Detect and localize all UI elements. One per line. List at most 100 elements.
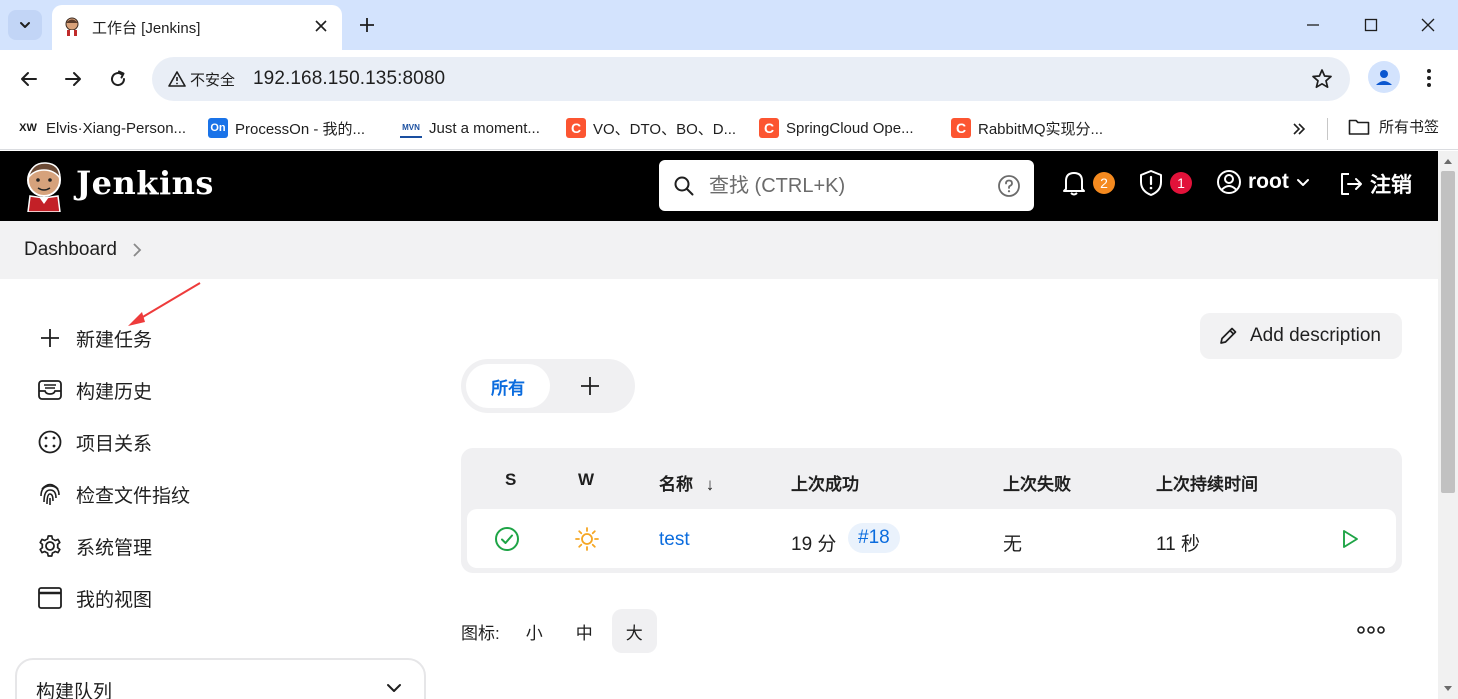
- jenkins-logo-icon[interactable]: [22, 160, 66, 212]
- bookmark-item[interactable]: XW Elvis·Xiang-Person...: [17, 116, 186, 140]
- icon-size-small[interactable]: 小: [512, 609, 557, 653]
- sidebar-item-project-relationship[interactable]: 项目关系: [36, 427, 152, 457]
- scroll-down-icon[interactable]: [1443, 685, 1453, 693]
- jenkins-brand-title[interactable]: Jenkins: [76, 164, 214, 202]
- logout-button[interactable]: 注销: [1338, 169, 1412, 199]
- close-window-button[interactable]: [1405, 10, 1451, 40]
- minimize-icon: [1307, 24, 1319, 26]
- bookmark-star-icon[interactable]: [1310, 67, 1334, 91]
- bookmark-item[interactable]: On ProcessOn - 我的...: [208, 116, 365, 140]
- plus-icon: [36, 325, 63, 352]
- kebab-menu-icon: [1427, 69, 1431, 87]
- add-view-icon[interactable]: [578, 374, 602, 398]
- double-chevron-right-icon: [1293, 123, 1306, 135]
- column-header-weather[interactable]: W: [578, 470, 594, 490]
- search-input[interactable]: [709, 171, 979, 201]
- notifications-button[interactable]: 2: [1061, 169, 1115, 197]
- user-circle-icon: [1217, 170, 1241, 194]
- build-queue-panel[interactable]: 构建队列: [15, 658, 426, 699]
- plus-icon: [360, 18, 374, 32]
- chevron-right-icon[interactable]: [130, 242, 144, 258]
- close-tab-icon[interactable]: [310, 15, 332, 37]
- view-tabs: 所有: [461, 359, 635, 413]
- more-options-icon[interactable]: [1356, 621, 1386, 639]
- page-scrollbar[interactable]: [1438, 151, 1458, 699]
- sort-down-icon: ↓: [705, 475, 715, 494]
- breadcrumb-dashboard[interactable]: Dashboard: [24, 239, 117, 261]
- play-icon[interactable]: [1339, 528, 1361, 550]
- person-icon: [1376, 70, 1392, 85]
- bookmarks-bar: XW Elvis·Xiang-Person... On ProcessOn - …: [0, 106, 1458, 150]
- column-header-name[interactable]: 名称 ↓: [659, 470, 714, 495]
- all-bookmarks-label: 所有书签: [1379, 119, 1440, 136]
- column-header-last-failure[interactable]: 上次失败: [1003, 470, 1071, 495]
- bookmark-item[interactable]: MVN Just a moment...: [400, 116, 540, 140]
- last-failure: 无: [1003, 534, 1023, 555]
- success-status-icon: [495, 527, 519, 551]
- jenkins-page: Jenkins 2 1 root 注销 Dashboard 新建任: [0, 151, 1438, 699]
- mvn-favicon-icon: MVN: [400, 118, 422, 138]
- security-badge: 1: [1170, 172, 1192, 194]
- tab-all[interactable]: 所有: [466, 364, 550, 408]
- back-button[interactable]: [14, 64, 44, 94]
- sunny-weather-icon: [575, 527, 599, 551]
- sidebar-item-fingerprint[interactable]: 检查文件指纹: [36, 479, 190, 509]
- column-header-last-success[interactable]: 上次成功: [791, 470, 859, 495]
- job-name-link[interactable]: test: [659, 529, 690, 551]
- url-text: 192.168.150.135:8080: [253, 68, 446, 89]
- bookmark-item[interactable]: C VO、DTO、BO、D...: [566, 116, 736, 140]
- arrow-left-icon: [21, 72, 37, 86]
- sidebar-item-new-job[interactable]: 新建任务: [36, 323, 152, 353]
- sidebar-item-manage-jenkins[interactable]: 系统管理: [36, 531, 152, 561]
- all-bookmarks-button[interactable]: 所有书签: [1348, 116, 1439, 137]
- annotation-arrow-icon: [128, 282, 201, 326]
- chevron-down-icon[interactable]: [384, 678, 404, 698]
- browser-menu-button[interactable]: [1416, 64, 1442, 92]
- warning-icon: [168, 71, 186, 87]
- forward-button[interactable]: [58, 64, 88, 94]
- bookmark-label: SpringCloud Ope...: [786, 119, 914, 137]
- tab-search-button[interactable]: [8, 10, 42, 40]
- fingerprint-icon: [36, 481, 63, 508]
- last-duration: 11 秒: [1156, 534, 1201, 555]
- folder-icon: [1348, 119, 1370, 135]
- site-security-chip[interactable]: 不安全: [160, 64, 245, 94]
- reload-button[interactable]: [103, 64, 133, 94]
- username: root: [1248, 170, 1289, 193]
- security-label: 不安全: [190, 71, 236, 89]
- add-description-label: Add description: [1250, 325, 1381, 346]
- jenkins-favicon-icon: [65, 17, 79, 36]
- scroll-up-icon[interactable]: [1443, 157, 1453, 165]
- bookmark-item[interactable]: C RabbitMQ实现分...: [951, 116, 1103, 140]
- minimize-button[interactable]: [1290, 10, 1336, 40]
- bookmark-label: Elvis·Xiang-Person...: [46, 119, 187, 137]
- icon-size-medium[interactable]: 中: [562, 609, 607, 653]
- sidebar-item-my-views[interactable]: 我的视图: [36, 583, 152, 613]
- reload-icon: [111, 70, 126, 87]
- browser-tab-strip: 工作台 [Jenkins]: [0, 0, 1458, 50]
- last-success-build-link[interactable]: #18: [848, 523, 900, 553]
- bookmark-item[interactable]: C SpringCloud Ope...: [759, 116, 914, 140]
- column-header-last-duration[interactable]: 上次持续时间: [1156, 470, 1258, 495]
- build-queue-title: 构建队列: [36, 682, 113, 699]
- jobs-table: S W 名称 ↓ 上次成功 上次失败 上次持续时间 test 19 分 #18 …: [461, 448, 1402, 573]
- column-header-status[interactable]: S: [505, 470, 516, 490]
- sidebar-item-build-history[interactable]: 构建历史: [36, 375, 152, 405]
- bookmarks-overflow-button[interactable]: [1286, 118, 1312, 140]
- profile-button[interactable]: [1368, 61, 1400, 93]
- new-tab-button[interactable]: [354, 12, 380, 38]
- relation-icon: [36, 429, 63, 456]
- scrollbar-thumb[interactable]: [1441, 171, 1455, 493]
- add-description-button[interactable]: Add description: [1200, 313, 1402, 359]
- maximize-button[interactable]: [1348, 10, 1394, 40]
- bookmark-label: Just a moment...: [429, 119, 540, 137]
- help-icon[interactable]: [997, 174, 1021, 198]
- browser-tab-active[interactable]: 工作台 [Jenkins]: [52, 5, 342, 50]
- icon-size-large[interactable]: 大: [611, 609, 657, 653]
- bookmark-label: RabbitMQ实现分...: [978, 120, 1104, 138]
- address-bar[interactable]: 不安全 192.168.150.135:8080: [152, 57, 1350, 101]
- window-icon: [36, 585, 63, 612]
- security-alerts-button[interactable]: 1: [1138, 169, 1192, 197]
- user-menu-button[interactable]: root: [1216, 169, 1311, 195]
- notifications-badge: 2: [1093, 172, 1115, 194]
